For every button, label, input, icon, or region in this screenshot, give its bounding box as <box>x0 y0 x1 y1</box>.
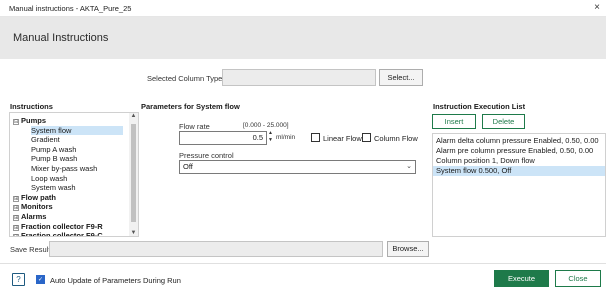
tree-item[interactable]: Loop wash <box>31 174 67 183</box>
flow-rate-label: Flow rate <box>179 122 210 131</box>
column-flow-checkbox[interactable] <box>362 133 371 142</box>
selected-column-type-label: Selected Column Type <box>147 74 223 83</box>
linear-flow-label: Linear Flow <box>323 134 362 143</box>
parameters-title: Parameters for System flow <box>141 102 240 111</box>
spin-up-icon[interactable]: ▲ <box>268 130 274 137</box>
list-item[interactable]: Alarm delta column pressure Enabled, 0.5… <box>433 136 605 146</box>
insert-button[interactable]: Insert <box>432 114 476 129</box>
tree-item[interactable]: ⊞ Monitors <box>13 202 53 212</box>
tree-item-label: Gradient <box>31 135 60 145</box>
tree-item[interactable]: Pump B wash <box>31 154 77 163</box>
tree-item-label: Mixer by-pass wash <box>31 164 98 173</box>
browse-button[interactable]: Browse... <box>387 241 429 257</box>
title-bar: Manual instructions - AKTA_Pure_25 × <box>0 0 606 17</box>
linear-flow-checkbox[interactable] <box>311 133 320 142</box>
select-column-button[interactable]: Select... <box>379 69 423 86</box>
expand-icon[interactable]: ⊞ <box>13 224 19 231</box>
tree-item[interactable]: ⊞ Flow path <box>13 193 56 202</box>
auto-update-label: Auto Update of Parameters During Run <box>50 276 181 285</box>
scroll-thumb[interactable] <box>131 124 136 222</box>
tree-item-label: Pumps <box>21 116 47 125</box>
execution-list-title: Instruction Execution List <box>433 102 526 111</box>
tree-item-label: Fraction collector F9-C <box>21 231 103 237</box>
tree-item-label: System flow <box>31 125 72 135</box>
expand-icon[interactable]: ⊞ <box>13 215 19 221</box>
flow-rate-input[interactable]: 0.5 <box>179 131 267 145</box>
list-item[interactable]: Column position 1, Down flow <box>433 156 605 166</box>
tree-item-label: System wash <box>31 183 76 193</box>
scroll-down-icon[interactable]: ▼ <box>130 230 137 236</box>
tree-item[interactable]: ⊞Fraction collector F9-C <box>13 231 103 237</box>
expand-icon[interactable]: ⊞ <box>13 195 19 202</box>
instructions-title: Instructions <box>10 102 53 111</box>
tree-item[interactable]: ⊞ Alarms <box>13 212 46 221</box>
save-result-field[interactable] <box>49 241 383 257</box>
execution-list[interactable]: Alarm delta column pressure Enabled, 0.5… <box>432 133 606 237</box>
spin-down-icon[interactable]: ▼ <box>268 137 274 144</box>
tree-item[interactable]: ⊞ Fraction collector F9-R <box>13 222 103 231</box>
tree-item[interactable]: Pump A wash <box>31 145 76 154</box>
tree-item-label: Fraction collector F9-R <box>21 221 103 231</box>
tree-item-label: Pump B wash <box>31 154 78 164</box>
tree-item-label: Flow path <box>21 192 56 202</box>
selected-column-type-field <box>222 69 376 86</box>
pressure-control-value: Off <box>183 162 193 171</box>
tree-item[interactable]: System wash <box>31 183 76 192</box>
flow-rate-range: [0.000 - 25.000] <box>243 122 289 129</box>
tree-item-label: Alarms <box>21 212 47 221</box>
flow-rate-unit: ml/min <box>276 134 296 141</box>
tree-item[interactable]: Mixer by-pass wash <box>31 164 97 173</box>
header-panel: Manual Instructions <box>0 17 606 59</box>
list-item[interactable]: System flow 0.500, Off <box>433 166 605 176</box>
delete-button[interactable]: Delete <box>482 114 525 129</box>
instructions-tree[interactable]: ⊞Fraction collector F9-C⊞Fraction collec… <box>9 112 139 237</box>
window-title: Manual instructions - AKTA_Pure_25 <box>9 4 132 13</box>
chevron-down-icon: ⌄ <box>406 163 412 170</box>
pressure-control-label: Pressure control <box>179 151 234 160</box>
close-icon[interactable]: × <box>594 2 600 13</box>
tree-item-label: Monitors <box>21 202 53 212</box>
tree-scrollbar[interactable]: ▲ ▼ <box>129 113 138 236</box>
column-flow-label: Column Flow <box>374 134 418 143</box>
tree-item-label: Pump A wash <box>31 144 77 154</box>
scroll-up-icon[interactable]: ▲ <box>130 113 137 119</box>
flow-rate-spinner[interactable]: ▲ ▼ <box>268 130 274 144</box>
tree-item-label: Loop wash <box>31 173 68 183</box>
help-icon[interactable]: ? <box>12 273 25 286</box>
collapse-icon[interactable]: ⊟ <box>13 119 19 125</box>
execute-button[interactable]: Execute <box>494 270 549 287</box>
pressure-control-select[interactable]: Off ⌄ <box>179 160 416 174</box>
tree-item[interactable]: System flow <box>31 125 123 135</box>
page-title: Manual Instructions <box>13 32 109 44</box>
auto-update-checkbox[interactable]: ✓ <box>36 275 45 284</box>
tree-item[interactable]: ⊟ Pumps <box>13 116 46 125</box>
expand-icon[interactable]: ⊞ <box>13 234 19 236</box>
tree-item[interactable]: Gradient <box>31 135 60 144</box>
list-item[interactable]: Alarm pre column pressure Enabled, 0.50,… <box>433 146 605 156</box>
expand-icon[interactable]: ⊞ <box>13 205 19 212</box>
close-button[interactable]: Close <box>555 270 601 287</box>
